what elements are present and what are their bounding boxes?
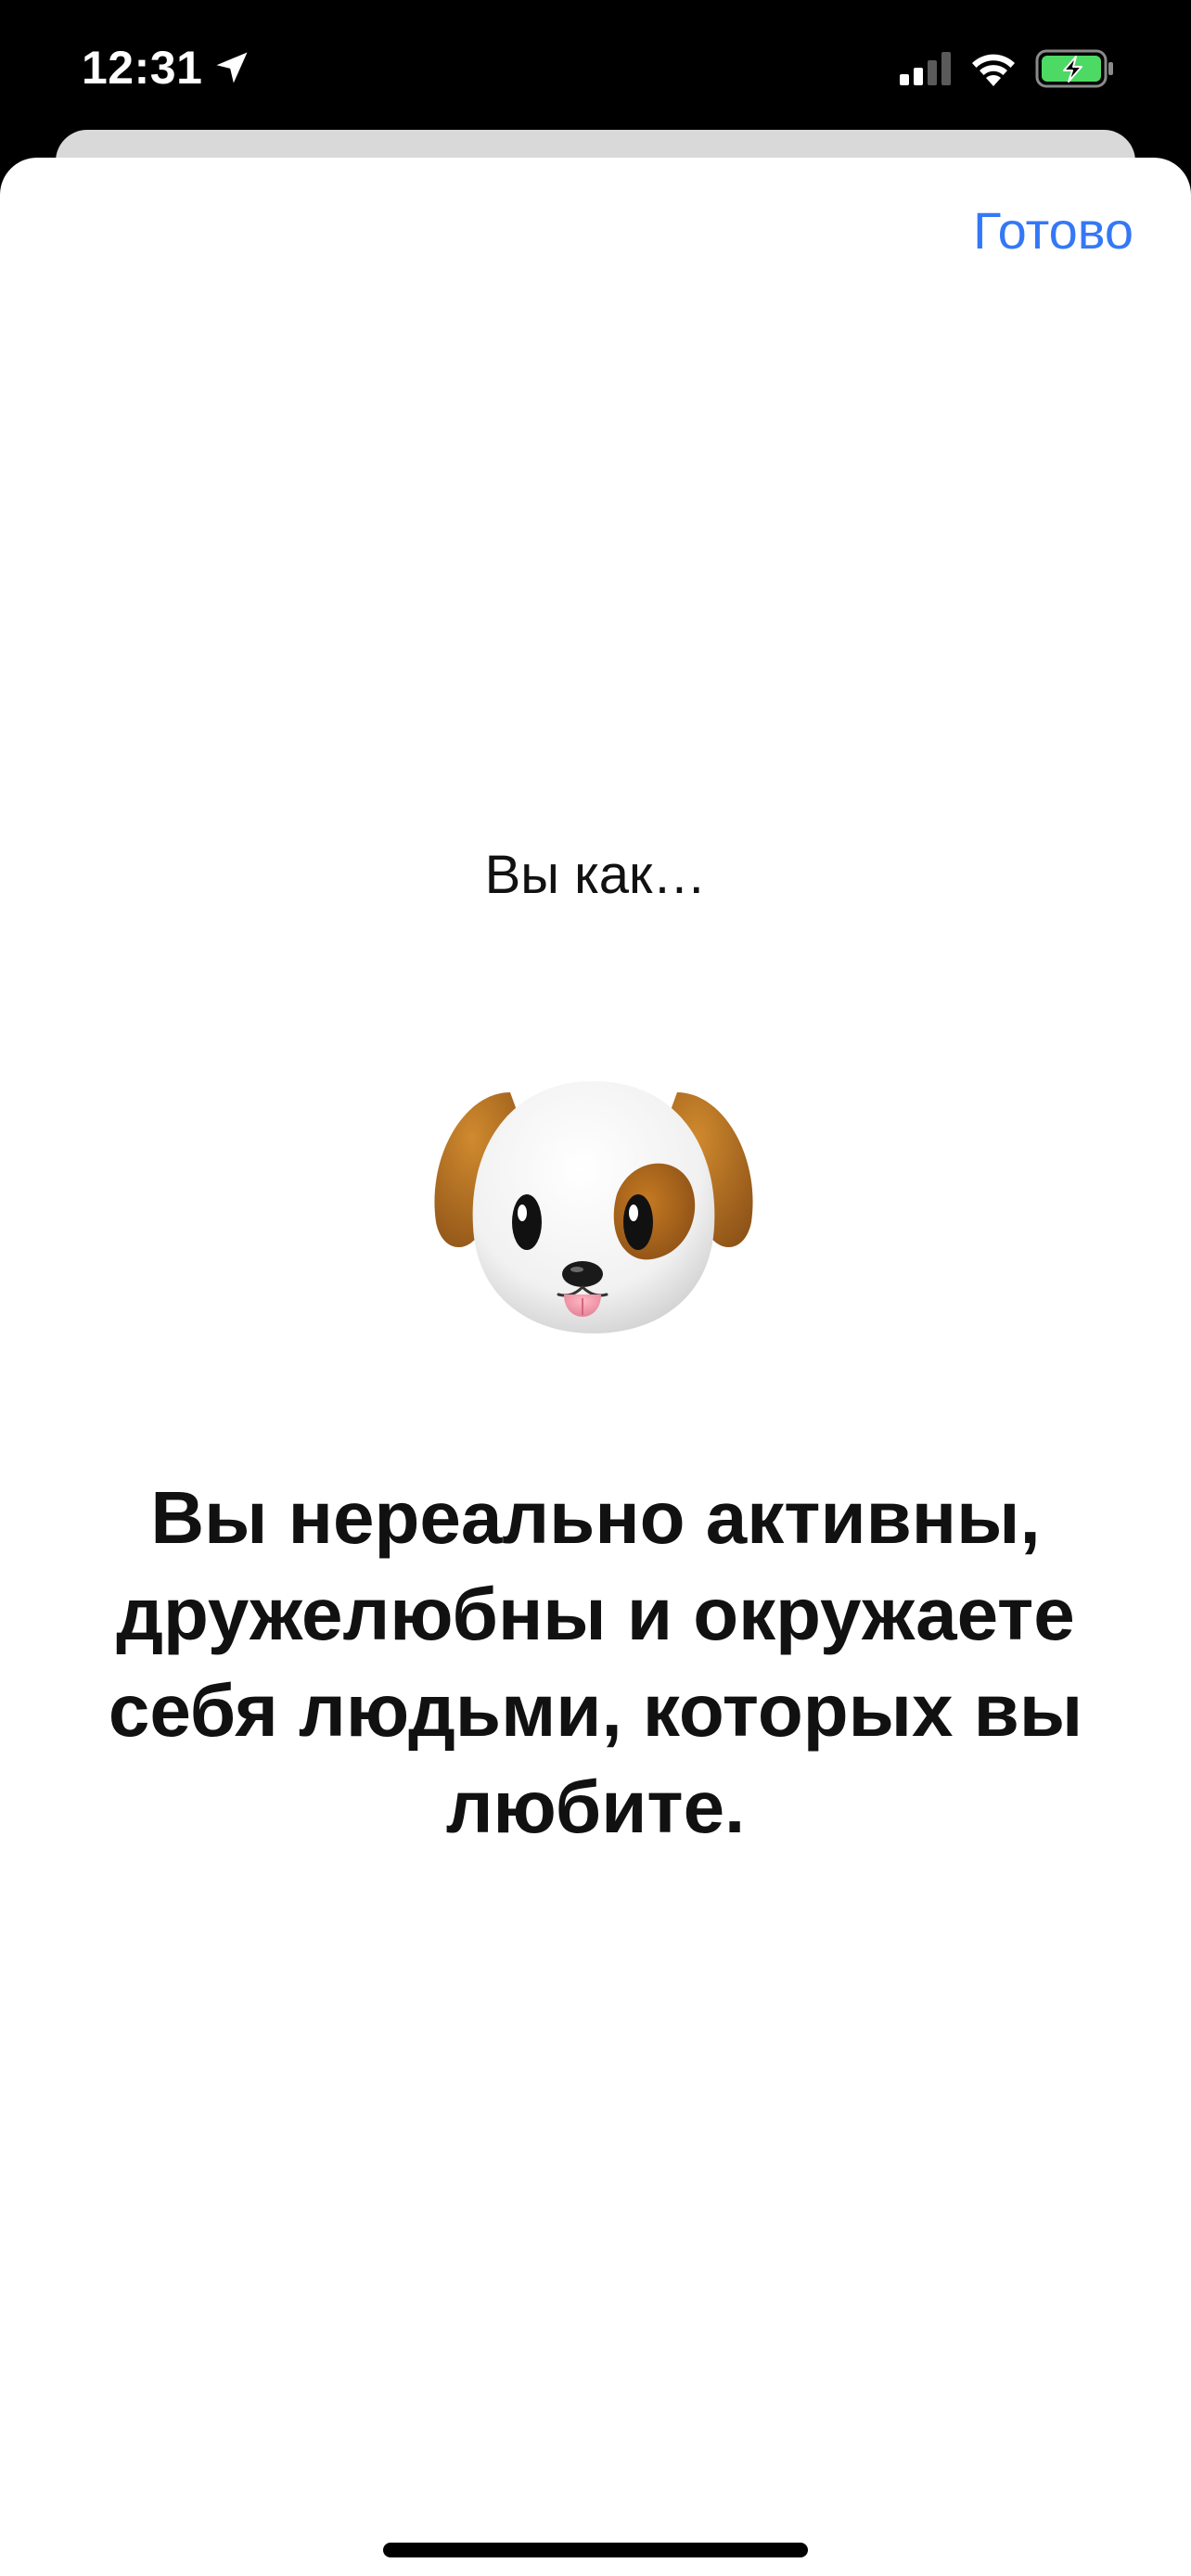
screen: 12:31 Готово Вы как… Вы нереально активн… xyxy=(0,0,1191,2576)
status-icons xyxy=(900,43,1115,95)
wifi-icon xyxy=(972,54,1015,86)
cellular-signal-icon xyxy=(900,52,951,85)
status-bar: 12:31 xyxy=(0,0,1191,139)
battery-charging-icon xyxy=(1035,49,1113,88)
status-time: 12:31 xyxy=(82,42,203,94)
location-arrow-icon xyxy=(216,52,248,83)
done-button[interactable]: Готово xyxy=(973,200,1133,261)
home-indicator[interactable] xyxy=(383,2543,808,2557)
intro-text: Вы как… xyxy=(484,845,707,905)
time-group: 12:31 xyxy=(82,35,252,100)
puppy-emoji-icon xyxy=(434,1081,753,1333)
result-sheet: Готово Вы как… Вы нереально активны, дру… xyxy=(0,158,1191,2576)
result-text: Вы нереально активны, дружелюбны и окруж… xyxy=(108,1476,1083,1848)
